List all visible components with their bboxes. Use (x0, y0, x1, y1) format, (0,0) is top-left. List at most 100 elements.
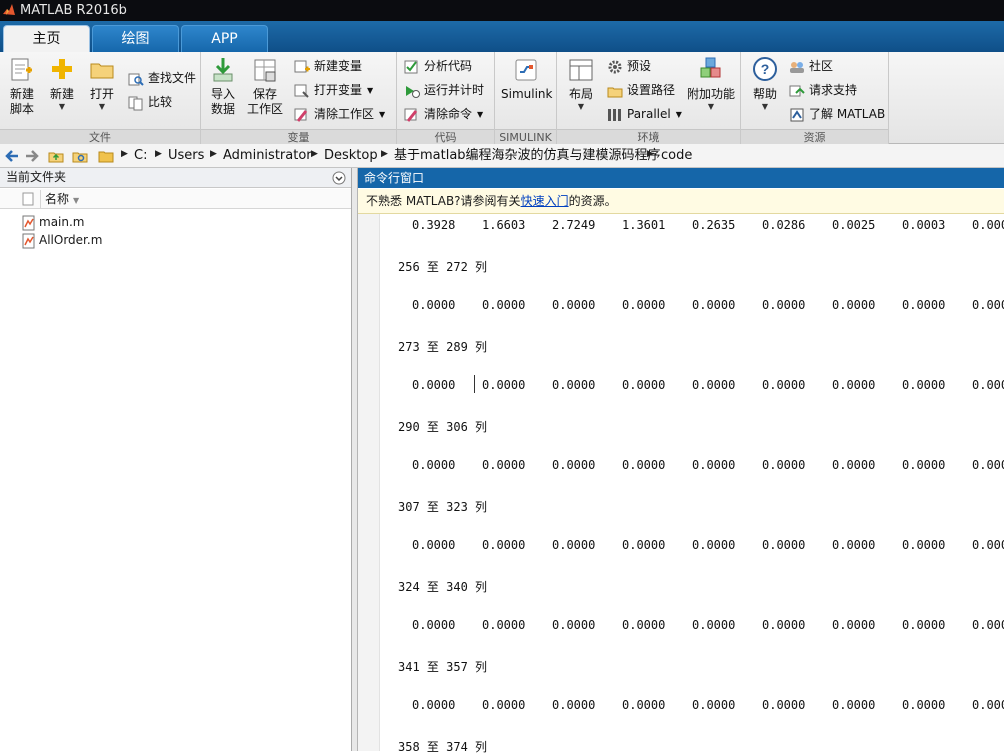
group-variable: 导入 数据 保存 工作区 新建变量 打开变量 ▼ 清除工作区 ▼ 变量 (201, 52, 397, 144)
matrix-value: 0.3928 (412, 218, 456, 232)
file-item[interactable]: main.m (22, 213, 85, 231)
add-ons-button[interactable]: 附加功能 ▼ (685, 56, 737, 112)
matrix-value: 0.0286 (762, 218, 806, 232)
back-arrow-icon[interactable] (4, 148, 20, 164)
compare-label: 比较 (148, 95, 173, 109)
find-files-button[interactable]: 查找文件 (128, 68, 196, 88)
chevron-down-icon[interactable]: ▼ (367, 86, 373, 95)
matrix-value: 0.0000 (762, 698, 806, 712)
group-code: 分析代码 运行并计时 清除命令 ▼ 代码 (397, 52, 495, 144)
import-data-button[interactable]: 导入 数据 (205, 56, 241, 117)
notice-text: 不熟悉 MATLAB?请参阅有关 (366, 194, 521, 208)
name-column-header[interactable]: 名称 ▼ (40, 190, 352, 208)
matrix-value: 0.0000 (762, 618, 806, 632)
command-window[interactable]: 命令行窗口 不熟悉 MATLAB?请参阅有关快速入门的资源。 0.3928 1.6… (358, 168, 1004, 754)
learn-matlab-button[interactable]: 了解 MATLAB (789, 104, 885, 124)
run-and-time-label: 运行并计时 (424, 83, 485, 97)
chevron-down-icon[interactable]: ▼ (477, 110, 483, 119)
run-and-time-button[interactable]: 运行并计时 (404, 80, 484, 100)
current-folder-panel: 当前文件夹 名称 ▼ main.m AllOrder.m (0, 168, 352, 751)
matrix-value: 0.0000 (762, 538, 806, 552)
breadcrumb-item[interactable]: C: (134, 148, 147, 164)
matrix-value: 1.3601 (622, 218, 666, 232)
matrix-value: 0.0000 (622, 298, 666, 312)
compare-button[interactable]: 比较 (128, 92, 172, 112)
breadcrumb-item[interactable]: Desktop (324, 148, 378, 164)
matrix-value: 0.0000 (482, 298, 526, 312)
matrix-value: 0.2635 (692, 218, 736, 232)
column-range-header: 307 至 323 列 (398, 500, 488, 514)
chevron-down-icon[interactable]: ▼ (379, 110, 385, 119)
matrix-value: 0.0000 (762, 378, 806, 392)
analyze-code-label: 分析代码 (424, 59, 473, 73)
group-environment: 布局 ▼ 预设 设置路径 Parallel ▼ 附加功能 ▼ 环境 (557, 52, 741, 144)
group-variable-label: 变量 (201, 129, 396, 144)
learn-matlab-label: 了解 MATLAB (809, 107, 886, 121)
matrix-value: 0.0000 (692, 378, 736, 392)
panel-menu-icon[interactable] (332, 171, 346, 185)
breadcrumb-item[interactable]: Users (168, 148, 204, 164)
tab-home[interactable]: 主页 (3, 25, 90, 52)
column-range-header: 273 至 289 列 (398, 340, 488, 354)
preferences-button[interactable]: 预设 (607, 56, 651, 76)
chevron-down-icon[interactable]: ▼ (676, 110, 682, 119)
save-workspace-icon (254, 59, 276, 82)
file-item[interactable]: AllOrder.m (22, 231, 102, 249)
matrix-value: 0.0000 (622, 618, 666, 632)
learn-matlab-icon (790, 108, 804, 121)
browse-folder-icon[interactable] (72, 148, 88, 164)
new-button[interactable]: 新建 ▼ (44, 56, 80, 112)
up-folder-icon[interactable] (48, 148, 64, 164)
window-title: MATLAB R2016b (20, 3, 127, 18)
clear-commands-icon (404, 108, 418, 122)
command-window-title: 命令行窗口 (358, 168, 1004, 188)
forward-arrow-icon[interactable] (24, 148, 40, 164)
clear-workspace-label: 清除工作区 (314, 107, 375, 121)
sort-chevron-down-icon: ▼ (73, 196, 80, 205)
clear-commands-button[interactable]: 清除命令 ▼ (404, 104, 483, 124)
simulink-button[interactable]: Simulink (501, 56, 552, 102)
open-button[interactable]: 打开 ▼ (84, 56, 120, 112)
help-button[interactable]: ? 帮助 ▼ (747, 56, 783, 112)
save-workspace-button[interactable]: 保存 工作区 (245, 56, 285, 117)
tab-plots[interactable]: 绘图 (92, 25, 179, 52)
getting-started-link[interactable]: 快速入门 (521, 194, 569, 208)
breadcrumb-item[interactable]: Administrator (223, 148, 312, 164)
breadcrumb-item[interactable]: 基于matlab编程海杂波的仿真与建模源码程序 (394, 148, 661, 164)
set-path-button[interactable]: 设置路径 (607, 80, 675, 100)
open-variable-label: 打开变量 (314, 83, 363, 97)
matrix-value: 1.6603 (482, 218, 526, 232)
open-variable-icon (294, 84, 309, 98)
breadcrumb-separator-icon: ▶ (311, 149, 318, 159)
clear-workspace-button[interactable]: 清除工作区 ▼ (294, 104, 385, 124)
matrix-value: 0.000 (972, 298, 1004, 312)
current-folder-title-bar: 当前文件夹 (0, 168, 351, 188)
open-label: 打开 (89, 87, 114, 101)
layout-button[interactable]: 布局 ▼ (563, 56, 599, 112)
community-button[interactable]: 社区 (789, 56, 833, 76)
help-icon: ? (753, 57, 777, 81)
new-variable-label: 新建变量 (314, 59, 363, 73)
parallel-button[interactable]: Parallel ▼ (607, 104, 682, 124)
matrix-value: 0.0000 (552, 618, 596, 632)
analyze-code-button[interactable]: 分析代码 (404, 56, 472, 76)
command-window-gutter (358, 214, 380, 751)
matrix-value: 0.000 (972, 218, 1004, 232)
chevron-down-icon: ▼ (707, 102, 715, 111)
m-file-icon (22, 233, 35, 248)
tab-apps[interactable]: APP (181, 25, 268, 52)
matrix-value: 0.0000 (412, 298, 456, 312)
new-variable-button[interactable]: 新建变量 (294, 56, 362, 76)
matrix-value: 0.0000 (692, 698, 736, 712)
matrix-value: 0.0000 (552, 458, 596, 472)
breadcrumb-item[interactable]: code (661, 148, 692, 164)
matrix-value: 0.0000 (762, 298, 806, 312)
open-variable-button[interactable]: 打开变量 ▼ (294, 80, 373, 100)
new-script-button[interactable]: 新建 脚本 (4, 56, 40, 117)
request-support-button[interactable]: 请求支持 (789, 80, 857, 100)
find-files-label: 查找文件 (148, 71, 197, 85)
matrix-value: 0.0000 (552, 378, 596, 392)
matrix-value: 0.0003 (902, 218, 946, 232)
getting-started-notice: 不熟悉 MATLAB?请参阅有关快速入门的资源。 (358, 189, 1004, 214)
breadcrumb-separator-icon: ▶ (210, 149, 217, 159)
